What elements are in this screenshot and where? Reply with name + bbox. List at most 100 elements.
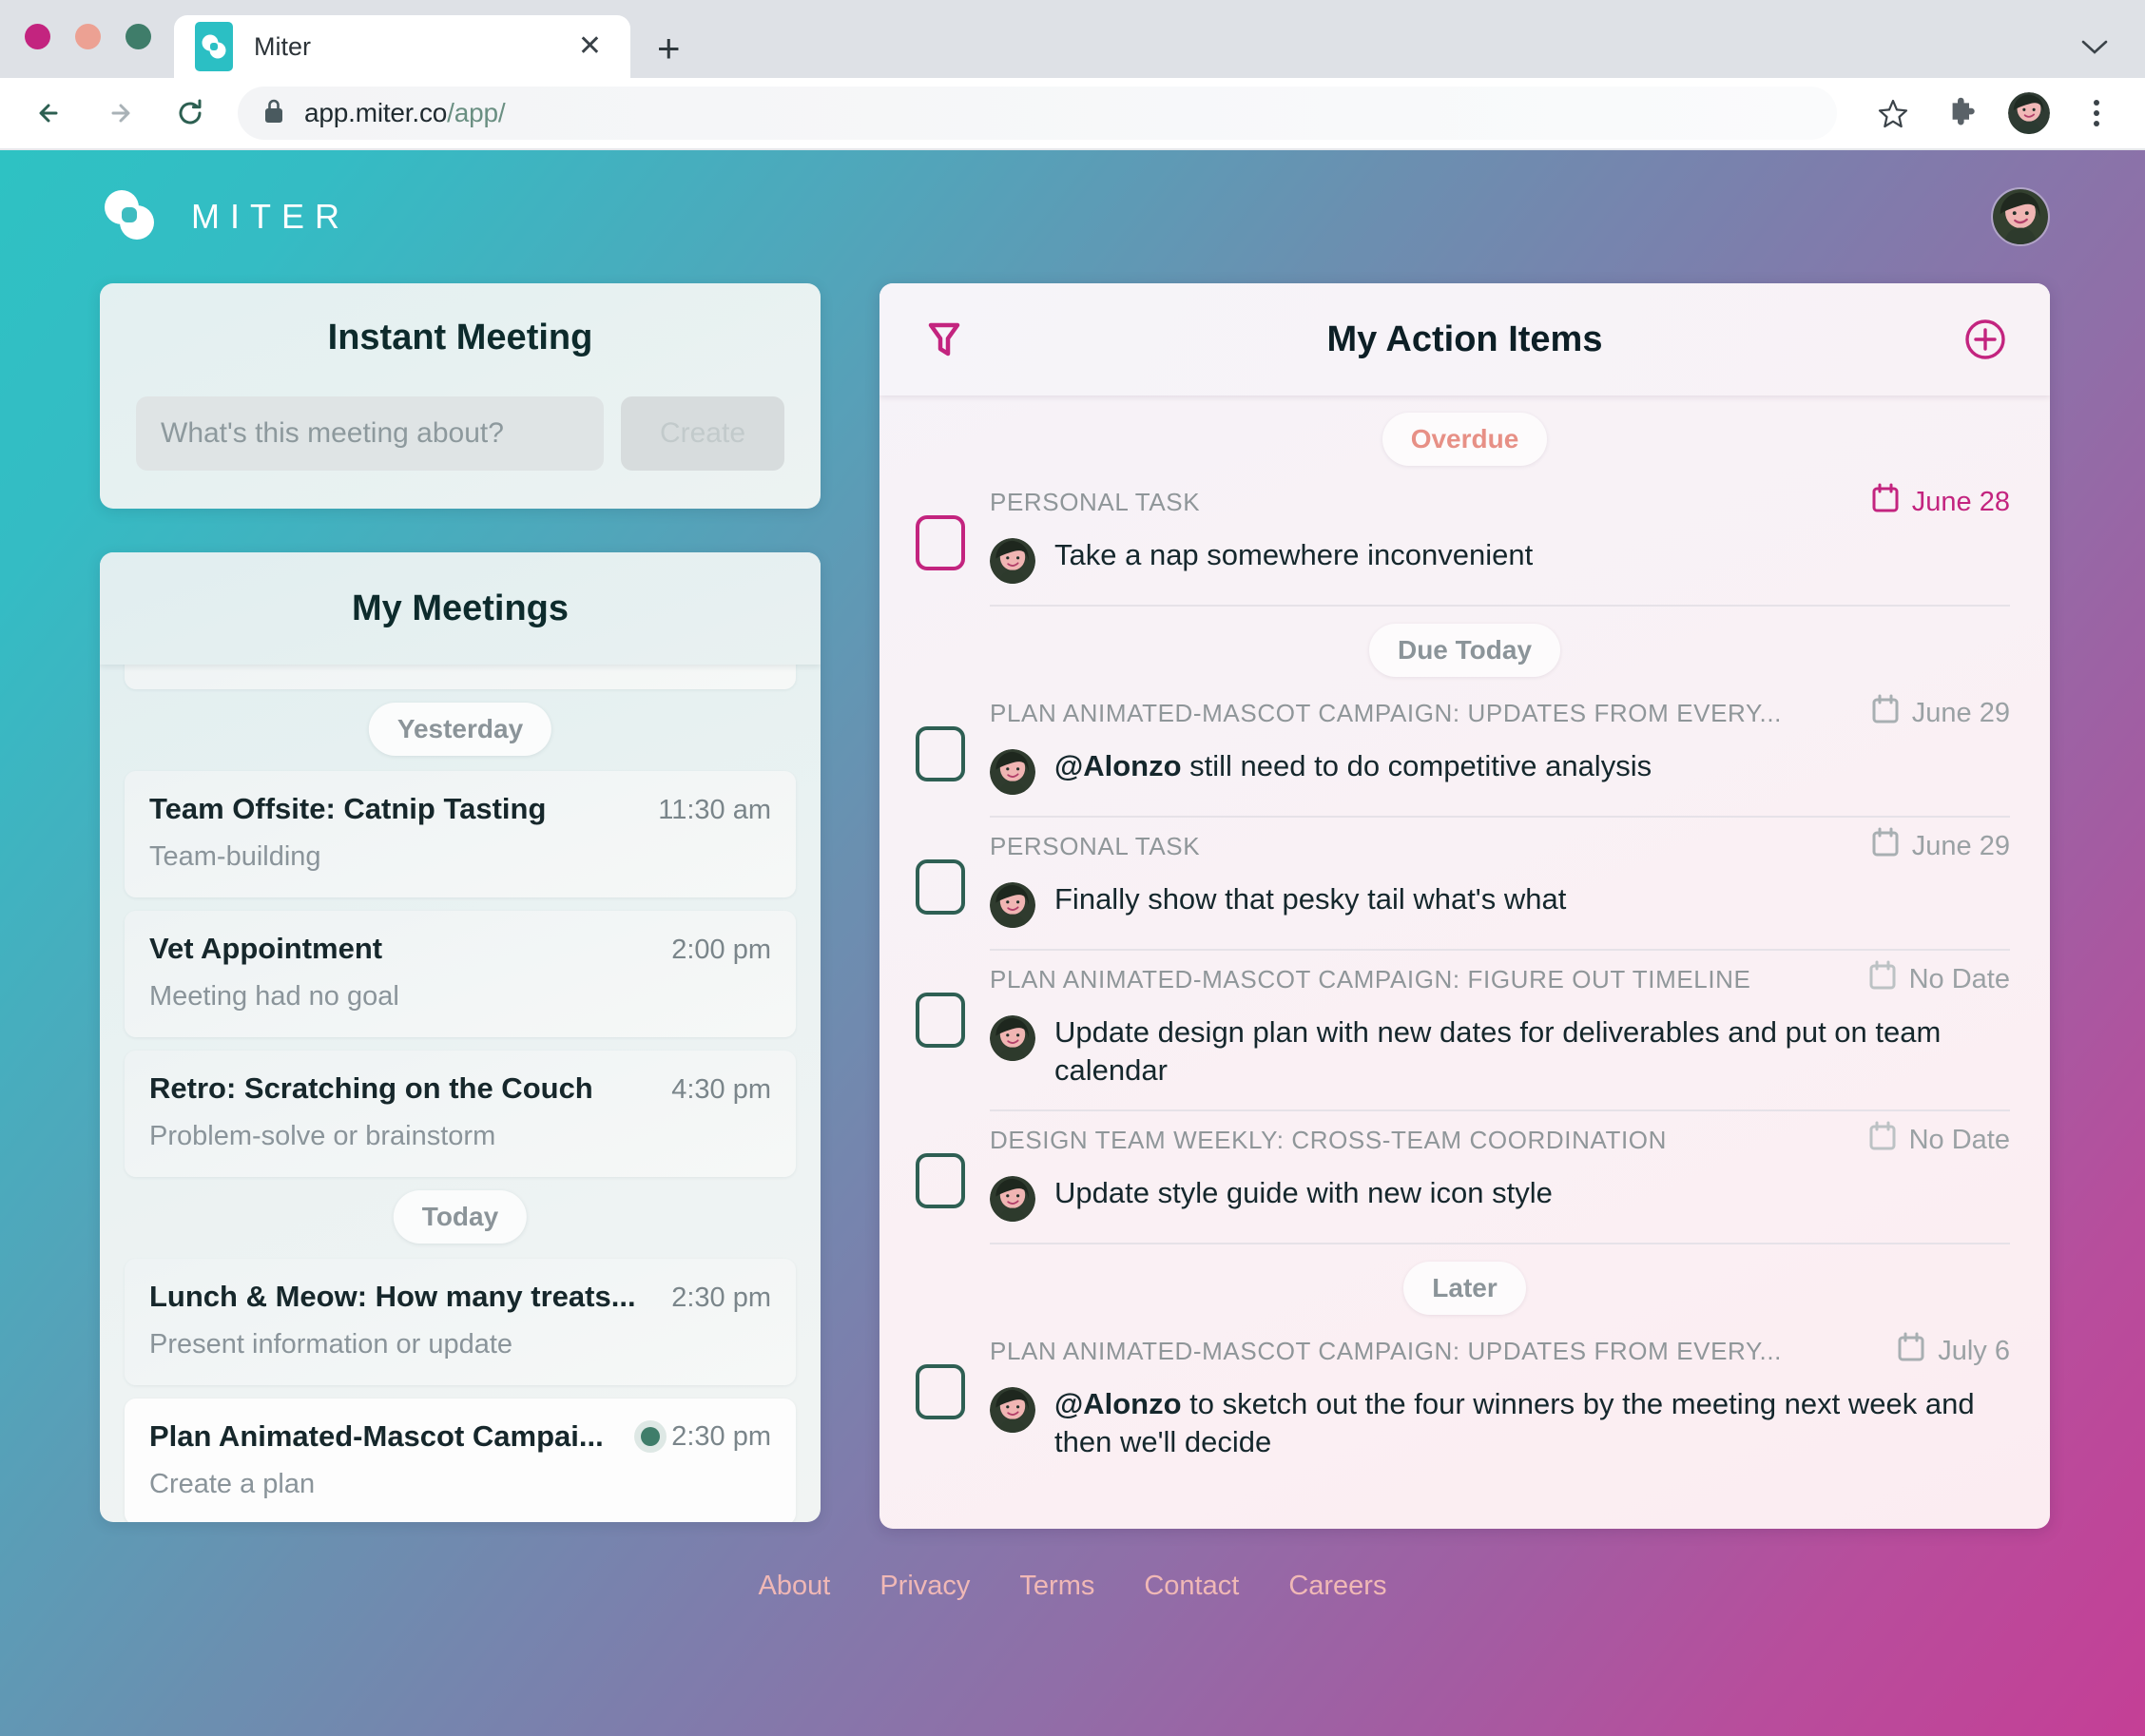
action-item-date-text: June 29: [1912, 698, 2010, 729]
calendar-icon: [1871, 827, 1900, 865]
chevron-down-icon[interactable]: [2080, 33, 2109, 63]
action-item-text-body: Take a nap somewhere inconvenient: [1054, 538, 1533, 571]
puzzle-icon[interactable]: [1940, 91, 1983, 135]
app-header: MITER: [0, 150, 2145, 283]
browser-window: Miter ✕ + app.mit: [0, 0, 2145, 1736]
lock-icon: [262, 97, 285, 130]
tab-title: Miter: [254, 32, 570, 62]
footer-link-privacy[interactable]: Privacy: [879, 1571, 970, 1602]
meeting-group-divider-today: Today: [125, 1190, 796, 1245]
close-icon[interactable]: ✕: [570, 32, 609, 61]
maximize-window-button[interactable]: [126, 24, 151, 49]
my-meetings-list[interactable]: Yesterday Team Offsite: Catnip Tasting 1…: [100, 665, 821, 1522]
action-item-text-body: still need to do competitive analysis: [1182, 749, 1652, 782]
calendar-icon: [1897, 1332, 1925, 1370]
filter-icon[interactable]: [918, 313, 971, 366]
meeting-name: Plan Animated-Mascot Campai...: [149, 1419, 604, 1454]
action-item-row[interactable]: PLAN ANIMATED-MASCOT CAMPAIGN: UPDATES F…: [908, 1322, 2021, 1481]
action-item-text: Update style guide with new icon style: [1054, 1174, 1553, 1212]
meeting-goal: Create a plan: [149, 1469, 771, 1500]
meeting-item-scrolled[interactable]: [125, 665, 796, 689]
action-item-checkbox[interactable]: [916, 726, 965, 781]
meeting-group-label: Yesterday: [369, 703, 551, 756]
meeting-goal: Meeting had no goal: [149, 981, 771, 1013]
action-item-date: June 28: [1871, 483, 2010, 521]
instant-meeting-title: Instant Meeting: [136, 318, 784, 358]
miter-app: MITER Instant Meeting: [0, 150, 2145, 1736]
action-item-checkbox[interactable]: [916, 515, 965, 570]
action-item-context: PLAN ANIMATED-MASCOT CAMPAIGN: FIGURE OU…: [990, 965, 1750, 994]
footer-link-careers[interactable]: Careers: [1288, 1571, 1386, 1602]
action-item-body: PERSONAL TASK June 28: [990, 483, 2010, 607]
avatar[interactable]: [1991, 187, 2050, 246]
app-columns: Instant Meeting Create My Meetings: [0, 283, 2145, 1529]
action-item-context: DESIGN TEAM WEEKLY: CROSS-TEAM COORDINAT…: [990, 1126, 1667, 1155]
avatar: [990, 882, 1035, 928]
instant-meeting-input[interactable]: [136, 396, 604, 471]
star-icon[interactable]: [1871, 91, 1915, 135]
browser-profile-avatar[interactable]: [2008, 92, 2050, 134]
address-bar[interactable]: app.miter.co/app/: [238, 87, 1837, 140]
my-action-items-list[interactable]: Overdue PERSONAL TASK: [879, 395, 2050, 1529]
close-window-button[interactable]: [25, 24, 50, 49]
meeting-item[interactable]: Team Offsite: Catnip Tasting 11:30 am Te…: [125, 771, 796, 897]
calendar-icon: [1871, 694, 1900, 732]
meeting-goal: Problem-solve or brainstorm: [149, 1121, 771, 1152]
my-action-items-header: My Action Items: [879, 283, 2050, 395]
action-item-body: PLAN ANIMATED-MASCOT CAMPAIGN: FIGURE OU…: [990, 960, 2010, 1111]
meeting-name: Vet Appointment: [149, 932, 382, 966]
action-item-text-body: to sketch out the four winners by the me…: [1054, 1387, 1975, 1458]
action-item-date: July 6: [1897, 1332, 2010, 1370]
action-item-context: PLAN ANIMATED-MASCOT CAMPAIGN: UPDATES F…: [990, 699, 1782, 728]
footer-link-terms[interactable]: Terms: [1019, 1571, 1094, 1602]
meeting-time: 4:30 pm: [671, 1074, 771, 1106]
action-item-text: Take a nap somewhere inconvenient: [1054, 536, 1533, 574]
action-item-body: PLAN ANIMATED-MASCOT CAMPAIGN: UPDATES F…: [990, 1332, 2010, 1481]
reload-icon[interactable]: [167, 90, 213, 136]
my-meetings-card: My Meetings Yesterday: [100, 552, 821, 1522]
create-meeting-button[interactable]: Create: [621, 396, 784, 471]
action-item-date: June 29: [1871, 694, 2010, 732]
meeting-item[interactable]: Vet Appointment 2:00 pm Meeting had no g…: [125, 911, 796, 1037]
meeting-time-text: 11:30 am: [658, 795, 771, 826]
action-item-row[interactable]: PLAN ANIMATED-MASCOT CAMPAIGN: FIGURE OU…: [908, 951, 2021, 1111]
action-item-checkbox[interactable]: [916, 1153, 965, 1208]
action-item-date-text: No Date: [1909, 1125, 2010, 1156]
action-section-label-later: Later: [1403, 1262, 1525, 1315]
action-item-row[interactable]: PERSONAL TASK June 29: [908, 818, 2021, 951]
app-footer: About Privacy Terms Contact Careers: [0, 1571, 2145, 1602]
minimize-window-button[interactable]: [75, 24, 101, 49]
url-host: app.miter.co: [304, 98, 447, 127]
action-item-date: No Date: [1868, 1121, 2010, 1159]
back-arrow-icon[interactable]: [27, 90, 72, 136]
action-item-checkbox[interactable]: [916, 1364, 965, 1419]
meeting-name: Team Offsite: Catnip Tasting: [149, 792, 546, 826]
browser-tab[interactable]: Miter ✕: [174, 15, 630, 78]
action-item-date-text: July 6: [1938, 1336, 2010, 1367]
my-action-items-title: My Action Items: [971, 319, 1959, 360]
plus-circle-icon[interactable]: [1959, 313, 2012, 366]
new-tab-button[interactable]: +: [657, 29, 681, 68]
meeting-item[interactable]: Retro: Scratching on the Couch 4:30 pm P…: [125, 1051, 796, 1177]
my-meetings-header: My Meetings: [100, 552, 821, 665]
action-item-row[interactable]: PLAN ANIMATED-MASCOT CAMPAIGN: UPDATES F…: [908, 685, 2021, 818]
action-item-checkbox[interactable]: [916, 993, 965, 1048]
action-item-row[interactable]: DESIGN TEAM WEEKLY: CROSS-TEAM COORDINAT…: [908, 1111, 2021, 1244]
action-item-row[interactable]: PERSONAL TASK June 28: [908, 473, 2021, 607]
kebab-menu-icon[interactable]: [2075, 100, 2118, 126]
footer-link-contact[interactable]: Contact: [1144, 1571, 1239, 1602]
url-text: app.miter.co/app/: [304, 98, 505, 128]
avatar: [990, 538, 1035, 584]
meeting-item[interactable]: Plan Animated-Mascot Campai... 2:30 pm C…: [125, 1398, 796, 1522]
action-item-checkbox[interactable]: [916, 859, 965, 915]
action-item-text: @Alonzo still need to do competitive ana…: [1054, 747, 1652, 785]
action-item-context: PERSONAL TASK: [990, 488, 1200, 517]
calendar-icon: [1871, 483, 1900, 521]
meeting-time-text: 2:30 pm: [671, 1283, 771, 1314]
my-meetings-title: My Meetings: [352, 588, 569, 629]
miter-brand[interactable]: MITER: [100, 185, 350, 249]
footer-link-about[interactable]: About: [759, 1571, 831, 1602]
forward-arrow-icon[interactable]: [97, 90, 143, 136]
action-item-text: Finally show that pesky tail what's what: [1054, 880, 1566, 918]
meeting-item[interactable]: Lunch & Meow: How many treats... 2:30 pm…: [125, 1259, 796, 1385]
